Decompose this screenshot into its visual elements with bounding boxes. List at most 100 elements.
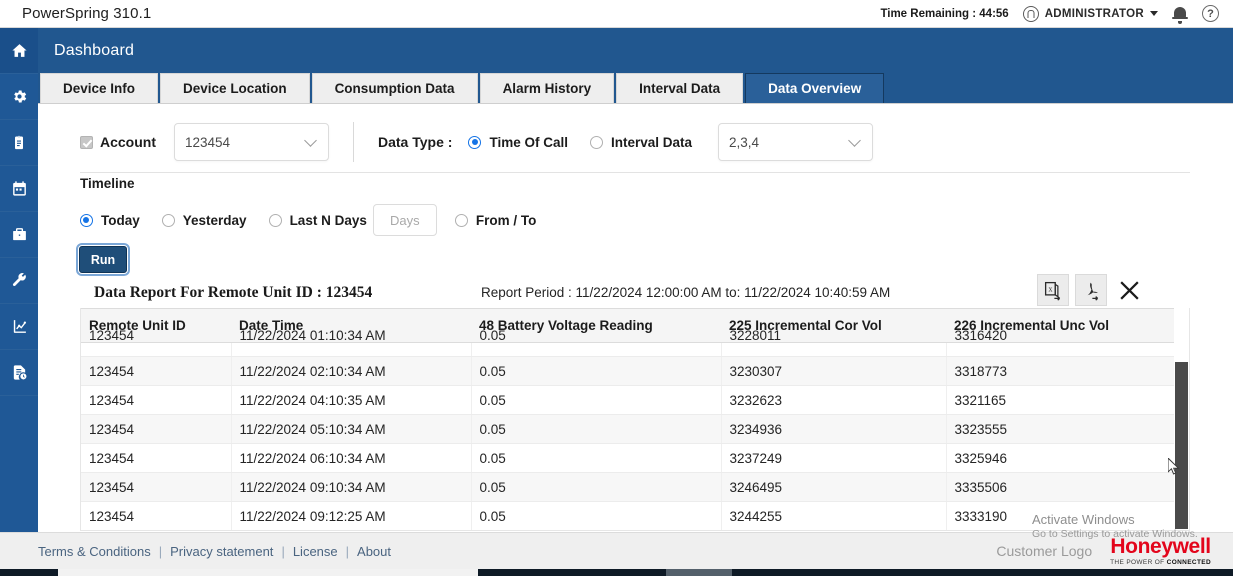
sidebar-item-tasks[interactable] bbox=[0, 120, 38, 166]
table-row[interactable]: 123454 11/22/2024 04:10:35 AM 0.05 32326… bbox=[81, 386, 1176, 415]
radio-from-to[interactable]: From / To bbox=[455, 213, 537, 228]
cell-remote-unit-id: 123454 bbox=[81, 444, 231, 473]
chevron-down-icon bbox=[1150, 11, 1158, 16]
tab-device-info[interactable]: Device Info bbox=[40, 73, 158, 103]
radio-interval-data[interactable]: Interval Data bbox=[590, 135, 692, 150]
export-excel-button[interactable]: x bbox=[1037, 274, 1069, 306]
customer-logo-placeholder: Customer Logo bbox=[996, 543, 1092, 559]
cell-cor-vol: 3244255 bbox=[721, 502, 946, 531]
account-select-value: 123454 bbox=[185, 135, 306, 150]
radio-from-to-input[interactable] bbox=[455, 214, 468, 227]
radio-time-of-call[interactable]: Time Of Call bbox=[468, 135, 568, 150]
cell-battery-voltage: 0.05 bbox=[471, 502, 721, 531]
sidebar-item-settings[interactable] bbox=[0, 74, 38, 120]
svg-text:x: x bbox=[1048, 284, 1052, 293]
radio-time-of-call-input[interactable] bbox=[468, 136, 481, 149]
cell-battery-voltage: 0.05 bbox=[471, 386, 721, 415]
table-row[interactable]: 123454 11/22/2024 02:10:34 AM 0.05 32303… bbox=[81, 357, 1176, 386]
sidebar-item-analytics[interactable] bbox=[0, 304, 38, 350]
account-select[interactable]: 123454 bbox=[174, 123, 329, 161]
radio-last-n-days[interactable]: Last N Days bbox=[269, 213, 367, 228]
user-menu[interactable]: ADMINISTRATOR bbox=[1023, 6, 1158, 22]
timeline-options: Today Yesterday Last N Days Days From / … bbox=[80, 204, 536, 236]
tab-data-overview[interactable]: Data Overview bbox=[745, 73, 884, 103]
cell-date-time: 11/22/2024 04:10:35 AM bbox=[231, 386, 471, 415]
export-pdf-button[interactable] bbox=[1075, 274, 1107, 306]
page-title: Dashboard bbox=[54, 42, 134, 60]
cell-date-time: 11/22/2024 10:10:34 AM bbox=[231, 531, 471, 532]
sidebar-item-home[interactable] bbox=[0, 28, 38, 74]
tab-interval-data[interactable]: Interval Data bbox=[616, 73, 743, 103]
footer-link-terms[interactable]: Terms & Conditions bbox=[38, 544, 151, 559]
sidebar-item-maintenance[interactable] bbox=[0, 258, 38, 304]
footer-link-license[interactable]: License bbox=[293, 544, 338, 559]
title-bar: PowerSpring 310.1 Time Remaining : 44:56… bbox=[0, 0, 1233, 28]
sidebar-item-reports[interactable] bbox=[0, 350, 38, 396]
run-button[interactable]: Run bbox=[79, 246, 127, 273]
cell-unc-vol: 3316420 bbox=[946, 329, 1176, 343]
table-vertical-scrollbar[interactable] bbox=[1174, 308, 1189, 531]
app-title: PowerSpring 310.1 bbox=[22, 5, 151, 22]
tab-device-location[interactable]: Device Location bbox=[160, 73, 310, 103]
radio-last-n-days-label: Last N Days bbox=[290, 213, 367, 228]
cell-date-time: 11/22/2024 05:10:34 AM bbox=[231, 415, 471, 444]
cell-battery-voltage: 0.05 bbox=[471, 444, 721, 473]
radio-interval-data-input[interactable] bbox=[590, 136, 603, 149]
timeline-divider bbox=[80, 172, 1190, 173]
account-checkbox[interactable] bbox=[80, 136, 93, 149]
radio-from-to-label: From / To bbox=[476, 213, 537, 228]
footer-links: Terms & Conditions | Privacy statement |… bbox=[38, 544, 391, 559]
radio-last-n-days-input[interactable] bbox=[269, 214, 282, 227]
footer-link-privacy[interactable]: Privacy statement bbox=[170, 544, 273, 559]
cell-cor-vol: 3234936 bbox=[721, 415, 946, 444]
taskbar-segment bbox=[666, 569, 732, 576]
radio-yesterday-input[interactable] bbox=[162, 214, 175, 227]
scrollbar-thumb[interactable] bbox=[1175, 362, 1188, 529]
cell-remote-unit-id: 123454 bbox=[81, 329, 231, 343]
account-checkbox-group[interactable]: Account bbox=[80, 134, 156, 150]
cell-battery-voltage: 0.05 bbox=[471, 357, 721, 386]
cell-remote-unit-id: 123454 bbox=[81, 357, 231, 386]
user-circle-icon bbox=[1023, 6, 1039, 22]
cell-date-time: 11/22/2024 09:10:34 AM bbox=[231, 473, 471, 502]
table-row[interactable]: 123454 11/22/2024 01:10:34 AM 0.05 32280… bbox=[81, 343, 1176, 357]
sidebar-item-schedule[interactable] bbox=[0, 166, 38, 212]
cell-battery-voltage: 0.05 bbox=[471, 329, 721, 343]
days-input[interactable]: Days bbox=[373, 204, 437, 236]
cell-unc-vol: 3321165 bbox=[946, 386, 1176, 415]
footer-bar: Terms & Conditions | Privacy statement |… bbox=[0, 532, 1233, 569]
cell-battery-voltage: 0.05 bbox=[471, 531, 721, 532]
help-icon[interactable]: ? bbox=[1202, 5, 1219, 22]
cell-remote-unit-id: 123454 bbox=[81, 415, 231, 444]
data-table: Remote Unit ID Date Time 48 Battery Volt… bbox=[81, 308, 1177, 531]
bell-icon[interactable] bbox=[1172, 5, 1188, 22]
table-row[interactable]: 123454 11/22/2024 09:12:25 AM 0.05 32442… bbox=[81, 502, 1176, 531]
cell-battery-voltage: 0.05 bbox=[471, 473, 721, 502]
tab-consumption-data[interactable]: Consumption Data bbox=[312, 73, 478, 103]
filter-divider bbox=[353, 122, 354, 162]
radio-today-input[interactable] bbox=[80, 214, 93, 227]
cell-unc-vol: 3337897 bbox=[946, 531, 1176, 532]
channels-select[interactable]: 2,3,4 bbox=[718, 123, 873, 161]
table-row[interactable]: 123454 11/22/2024 10:10:34 AM 0.05 32488… bbox=[81, 531, 1176, 532]
cell-battery-voltage: 0.05 bbox=[471, 415, 721, 444]
cell-date-time: 11/22/2024 06:10:34 AM bbox=[231, 444, 471, 473]
table-row[interactable]: 123454 11/22/2024 09:10:34 AM 0.05 32464… bbox=[81, 473, 1176, 502]
footer-right: Customer Logo Honeywell THE POWER OF CON… bbox=[996, 536, 1233, 567]
footer-separator: | bbox=[281, 544, 284, 559]
table-row[interactable]: 123454 11/22/2024 05:10:34 AM 0.05 32349… bbox=[81, 415, 1176, 444]
cell-unc-vol: 3325946 bbox=[946, 444, 1176, 473]
radio-time-of-call-label: Time Of Call bbox=[489, 135, 568, 150]
footer-link-about[interactable]: About bbox=[357, 544, 391, 559]
radio-yesterday[interactable]: Yesterday bbox=[162, 213, 247, 228]
dashboard-bar: Dashboard bbox=[38, 28, 1233, 73]
data-table-container: Remote Unit ID Date Time 48 Battery Volt… bbox=[80, 308, 1190, 531]
home-icon bbox=[11, 42, 28, 59]
sidebar-item-toolbox[interactable] bbox=[0, 212, 38, 258]
close-report-button[interactable] bbox=[1113, 274, 1145, 306]
table-row[interactable]: 123454 11/22/2024 06:10:34 AM 0.05 32372… bbox=[81, 444, 1176, 473]
report-period: Report Period : 11/22/2024 12:00:00 AM t… bbox=[481, 285, 890, 300]
channels-select-value: 2,3,4 bbox=[729, 135, 850, 150]
radio-today[interactable]: Today bbox=[80, 213, 140, 228]
tab-alarm-history[interactable]: Alarm History bbox=[480, 73, 615, 103]
